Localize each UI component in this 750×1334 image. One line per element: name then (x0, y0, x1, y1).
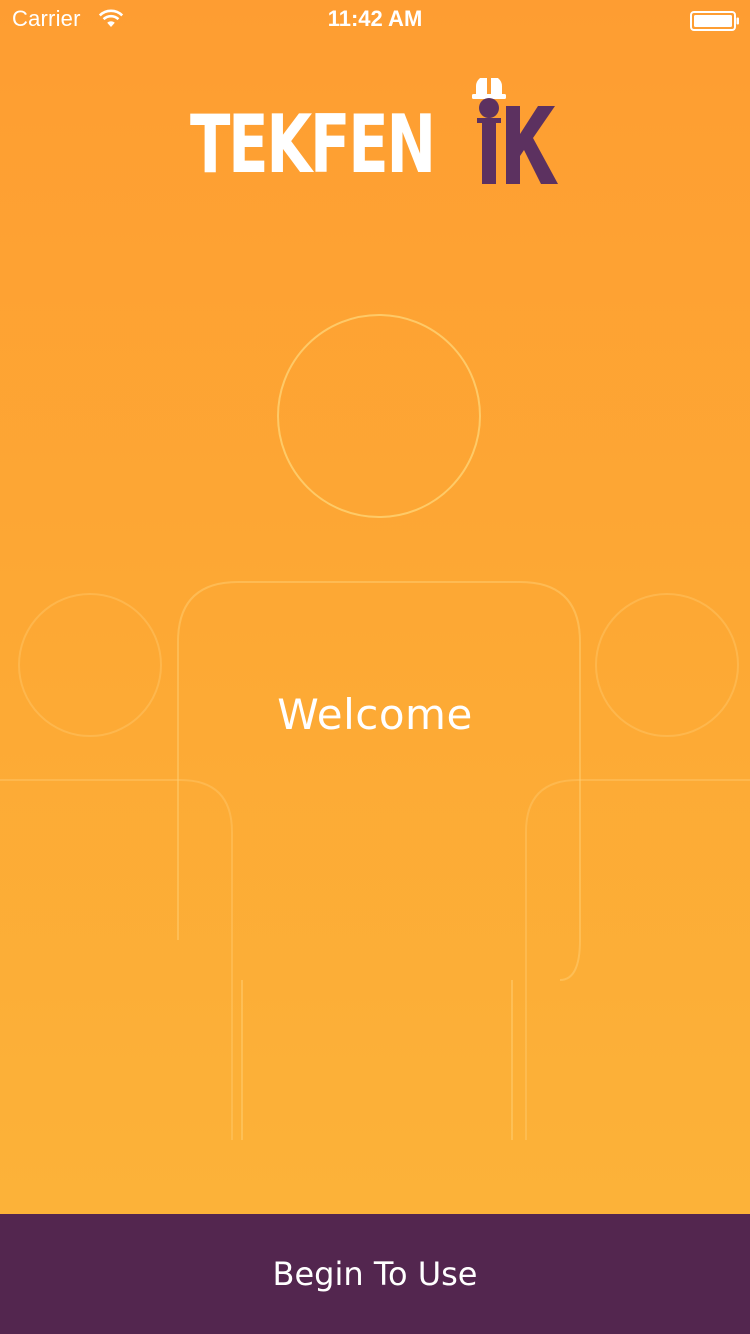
right-person-body (525, 779, 750, 1140)
logo-text: TEKFEN (190, 98, 436, 191)
center-person-legs (241, 980, 513, 1140)
app-logo: TEKFEN (190, 78, 562, 188)
center-person-body (177, 581, 581, 981)
bottom-bar: Begin To Use (0, 1214, 750, 1334)
welcome-text: Welcome (277, 690, 473, 739)
begin-to-use-button[interactable]: Begin To Use (0, 1214, 750, 1334)
clock: 11:42 AM (327, 6, 423, 31)
battery-full-icon (690, 11, 739, 31)
center-person-head (277, 314, 481, 518)
status-bar: Carrier 11:42 AM (0, 0, 750, 40)
hardhat-worker-icon (472, 78, 558, 184)
left-person-body (0, 779, 233, 1140)
